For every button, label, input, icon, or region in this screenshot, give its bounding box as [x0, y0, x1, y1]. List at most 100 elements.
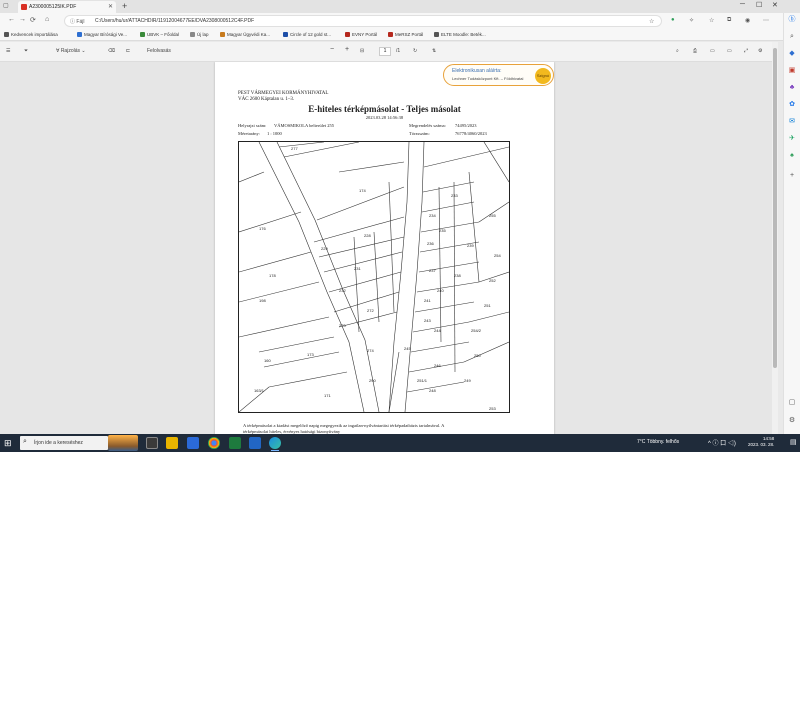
map-parcel-label: 246 [434, 363, 441, 368]
read-aloud-icon[interactable]: ⊏ [126, 48, 130, 54]
site-info[interactable]: ⓘ Fájl [70, 18, 84, 25]
task-view-icon[interactable] [146, 437, 158, 449]
file-explorer-icon[interactable] [166, 437, 178, 449]
tag-icon[interactable]: ◆ [787, 49, 797, 59]
map-parcel-label: 248 [429, 388, 436, 393]
outlook-icon[interactable]: ✉ [787, 117, 797, 127]
excel-icon[interactable] [229, 437, 241, 449]
address-url[interactable]: C:/Users/hu/ur/ATTACHDIR/11912004677EE/D… [95, 18, 254, 24]
favorite-item-evny[interactable]: EVNY Portál [345, 32, 377, 37]
map-parcel-label: 245 [404, 346, 411, 351]
system-tray[interactable]: ^ ⓘ 口 ◁) [708, 438, 736, 447]
search-icon[interactable]: ⌕ [676, 48, 679, 54]
extensions-puzzle-icon[interactable]: ✧ [689, 17, 694, 24]
scrollbar-thumb[interactable] [773, 48, 777, 368]
map-parcel-label: 250 [474, 353, 481, 358]
stamp-line-1: Elektronikusan aláírta: [452, 68, 502, 74]
profile-avatar-icon[interactable]: ◉ [745, 17, 750, 24]
chrome-icon[interactable] [208, 437, 220, 449]
favorite-item-ugyvedi[interactable]: Magyar Ügyvédi Ka... [220, 32, 270, 37]
map-parcel-label: 254 [494, 253, 501, 258]
desktop-screen: ▢ A2300005125IK.PDF ✕ + ─ ☐ ✕ ← → ⟳ ⌂ ⓘ … [0, 0, 800, 452]
start-button[interactable]: ⊞ [4, 438, 12, 449]
favorite-item-import[interactable]: Kedvencek importálása [4, 32, 58, 37]
collections-icon[interactable]: ⧉ [727, 17, 731, 24]
pdf-viewport[interactable]: Elektronikusan aláírta: Lechner Tudásköz… [0, 62, 772, 434]
new-tab-button[interactable]: + [122, 1, 127, 11]
bing-chat-icon[interactable]: ⓑ [787, 15, 797, 25]
favorite-item-mersz[interactable]: MeRSZ Portál [388, 32, 423, 37]
address-bar[interactable]: ⓘ Fájl C:/Users/hu/ur/ATTACHDIR/11912004… [64, 15, 662, 27]
registry-number-value: 76778/4060/2023 [455, 131, 487, 136]
outlook-app-icon[interactable] [249, 437, 261, 449]
more-menu-icon[interactable]: ⋯ [763, 17, 769, 24]
draw-button[interactable]: ∀ Rajzolás ⌄ [56, 48, 86, 54]
page-view-icon[interactable]: ⇅ [432, 48, 436, 54]
close-tab-icon[interactable]: ✕ [108, 3, 113, 10]
fit-page-icon[interactable]: ⊟ [360, 48, 364, 54]
refresh-button[interactable]: ⟳ [30, 16, 36, 24]
rotate-icon[interactable]: ↻ [413, 48, 417, 54]
order-number-value: 74495/2023 [455, 123, 477, 128]
page-total: /1 [396, 48, 401, 54]
map-parcel-label: 228 [364, 233, 371, 238]
save-as-icon[interactable]: ▭ [727, 48, 732, 54]
taskbar-search-box[interactable]: ⌕ Írjon ide a kereséshez [20, 436, 108, 450]
search-icon[interactable]: ⌕ [787, 32, 797, 42]
favorite-item-birosag[interactable]: Magyar Bírósági Ve... [77, 32, 127, 37]
office-icon[interactable]: ✿ [787, 100, 797, 110]
toolbox-icon[interactable]: ▣ [787, 66, 797, 76]
zoom-in-button[interactable]: + [345, 46, 349, 53]
favorites-icon[interactable]: ☆ [709, 17, 714, 24]
extension-icon[interactable]: ● [671, 17, 675, 23]
favorite-item-new-tab[interactable]: Új lap [190, 32, 209, 37]
active-app-indicator [271, 450, 279, 451]
contents-menu-icon[interactable]: ☰ [6, 48, 10, 54]
tab-active[interactable]: A2300005125IK.PDF ✕ [18, 1, 116, 13]
navigation-bar: ← → ⟳ ⌂ ⓘ Fájl C:/Users/hu/ur/ATTACHDIR/… [0, 13, 783, 29]
map-parcel-label: 231 [354, 266, 361, 271]
map-parcel-label: 244 [434, 328, 441, 333]
games-icon[interactable]: ♣ [787, 83, 797, 93]
save-icon[interactable]: ▭ [710, 48, 715, 54]
map-parcel-label: 229 [321, 246, 328, 251]
parcel-number-label: Helyrajzi szám: [238, 123, 267, 128]
read-aloud-button[interactable]: Felolvasás [147, 48, 171, 54]
tree-icon[interactable]: ♠ [787, 151, 797, 161]
edge-browser-icon[interactable] [269, 437, 281, 449]
highlight-filter-icon[interactable]: ⏷ [24, 48, 28, 54]
notification-icon[interactable]: ▤ [790, 438, 797, 446]
vertical-scrollbar[interactable] [772, 42, 778, 434]
search-highlight-image[interactable] [108, 435, 138, 451]
erase-icon[interactable]: ⌫ [108, 48, 115, 54]
print-icon[interactable]: ⎙ [693, 48, 697, 54]
forward-button[interactable]: → [19, 16, 26, 23]
drop-icon[interactable]: ✈ [787, 134, 797, 144]
bookmark-icon [190, 32, 195, 37]
weather-widget[interactable]: 7°C Többny. felhős [637, 439, 679, 445]
favorite-item-circle[interactable]: Circle of 12 gold st... [283, 32, 331, 37]
add-sidebar-item-icon[interactable]: + [787, 171, 797, 181]
sidebar-settings-icon[interactable]: ⚙ [787, 416, 797, 426]
tab-actions-icon[interactable]: ▢ [3, 2, 9, 9]
close-window-button[interactable]: ✕ [772, 1, 778, 9]
favorite-item-ubvk[interactable]: UBVK – Főoldal [140, 32, 179, 37]
mail-app-icon[interactable] [187, 437, 199, 449]
page-number-input[interactable]: 1 [379, 47, 391, 56]
map-parcel-label: 236 [427, 241, 434, 246]
favorite-item-elte[interactable]: ELTE Moodle: Beték... [434, 32, 486, 37]
favorite-star-icon[interactable]: ☆ [649, 18, 654, 25]
settings-gear-icon[interactable]: ⚙ [758, 48, 762, 54]
map-parcel-label: 232 [339, 288, 346, 293]
home-button[interactable]: ⌂ [45, 16, 49, 23]
scale-label: Méretarány: [238, 131, 260, 136]
maximize-button[interactable]: ☐ [756, 1, 762, 9]
taskbar-clock[interactable]: 14:58 2023. 03. 28. [748, 436, 774, 448]
minimize-button[interactable]: ─ [740, 1, 745, 8]
bookmark-icon [283, 32, 288, 37]
hide-sidebar-icon[interactable]: ▢ [787, 398, 797, 408]
back-button[interactable]: ← [8, 16, 15, 23]
zoom-out-button[interactable]: − [330, 46, 334, 53]
expand-icon[interactable]: ⤢ [744, 48, 748, 54]
document-title: E-hiteles térképmásolat - Teljes másolat [308, 104, 461, 114]
